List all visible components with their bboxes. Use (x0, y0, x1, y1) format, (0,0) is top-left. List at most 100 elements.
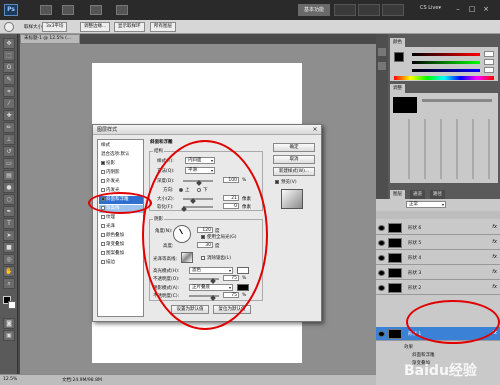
arrange-documents-icon[interactable] (116, 5, 128, 15)
tab-layers[interactable]: 图层 (390, 190, 405, 199)
fx-icon[interactable]: fx (492, 284, 497, 290)
type-tool-icon[interactable]: T (3, 218, 15, 229)
eye-icon[interactable] (378, 255, 385, 261)
effects-label[interactable]: 效果 (404, 344, 413, 350)
style-checkbox[interactable] (101, 241, 105, 246)
workspace-more-button[interactable] (382, 4, 404, 16)
color-ramp[interactable] (394, 76, 494, 80)
style-checkbox[interactable] (101, 169, 105, 174)
shape-tool-icon[interactable]: ■ (3, 242, 15, 253)
eye-icon[interactable] (378, 331, 385, 337)
background-color-swatch[interactable] (8, 301, 16, 309)
color-foreground-swatch[interactable] (394, 52, 404, 62)
tab-color[interactable]: 颜色 (390, 38, 405, 47)
cancel-button[interactable]: 取消 (273, 155, 315, 164)
healing-brush-icon[interactable]: ✚ (3, 110, 15, 121)
cs-live-button[interactable]: CS Live▾ (420, 5, 441, 11)
layer-row[interactable]: 形状 5 fx (376, 236, 500, 250)
brush-tool-icon[interactable]: ✏ (3, 122, 15, 133)
bridge-icon[interactable] (40, 5, 52, 15)
gradient-tool-icon[interactable]: ▤ (3, 170, 15, 181)
style-checkbox[interactable] (101, 250, 105, 255)
hand-tool-icon[interactable]: ✋ (3, 266, 15, 277)
quick-mask-icon[interactable]: ◙ (3, 318, 15, 329)
eraser-tool-icon[interactable]: ▭ (3, 158, 15, 169)
zoom-level-icon[interactable] (90, 5, 102, 15)
eye-icon[interactable] (378, 240, 385, 246)
quick-select-tool-icon[interactable]: ✎ (3, 74, 15, 85)
green-value[interactable] (484, 59, 494, 65)
eye-icon[interactable] (378, 270, 385, 276)
blend-mode-select[interactable]: 正常 (406, 201, 446, 208)
blue-value[interactable] (484, 67, 494, 73)
style-checkbox[interactable] (101, 187, 105, 192)
style-list-item[interactable]: 光泽 (99, 223, 143, 231)
red-value[interactable] (484, 51, 494, 57)
new-style-button[interactable]: 新建样式(W)... (273, 167, 315, 176)
refine-edge-button[interactable]: 调整边缘... (80, 22, 111, 32)
mini-bridge-icon[interactable] (62, 5, 74, 15)
style-checkbox[interactable] (101, 160, 105, 165)
layer-row[interactable]: 形状 6 fx (376, 221, 500, 235)
sample-size-select[interactable]: 3x3平均 (42, 22, 68, 32)
style-list-item[interactable]: 混合选项:默认 (99, 151, 143, 159)
style-list-item[interactable]: 描边 (99, 259, 143, 267)
history-brush-icon[interactable]: ↺ (3, 146, 15, 157)
crop-tool-icon[interactable]: ⌗ (3, 86, 15, 97)
pen-tool-icon[interactable]: ✒ (3, 206, 15, 217)
style-checkbox[interactable] (101, 232, 105, 237)
ok-button[interactable]: 确定 (273, 143, 315, 152)
minimize-icon[interactable]: – (452, 4, 464, 14)
dodge-tool-icon[interactable]: ○ (3, 194, 15, 205)
show-sampling-ring-button[interactable]: 显示取样环 (114, 22, 145, 32)
style-list-item[interactable]: 渐变叠加 (99, 241, 143, 249)
tab-adjustments[interactable]: 调整 (390, 84, 405, 93)
fx-icon[interactable]: fx (492, 269, 497, 275)
move-tool-icon[interactable]: ✥ (3, 38, 15, 49)
clone-stamp-icon[interactable]: ⊥ (3, 134, 15, 145)
red-slider[interactable] (412, 53, 480, 56)
style-list-item[interactable]: 内阴影 (99, 169, 143, 177)
style-checkbox[interactable] (101, 178, 105, 183)
style-list-item[interactable]: 颜色叠加 (99, 232, 143, 240)
marquee-tool-icon[interactable]: ⬚ (3, 50, 15, 61)
tab-paths[interactable]: 路径 (430, 190, 445, 199)
preview-checkbox[interactable] (275, 180, 279, 184)
blur-tool-icon[interactable]: ● (3, 182, 15, 193)
3d-rotate-icon[interactable]: ◎ (3, 254, 15, 265)
eyedropper-icon[interactable]: ⁄ (3, 98, 15, 109)
effect-bevel[interactable]: 斜面和浮雕 (412, 352, 435, 358)
fx-icon[interactable]: fx (492, 224, 497, 230)
blue-slider[interactable] (412, 69, 480, 72)
fx-icon[interactable]: fx (492, 239, 497, 245)
screen-mode-icon[interactable]: ▣ (3, 330, 15, 341)
lasso-tool-icon[interactable]: ʘ (3, 62, 15, 73)
close-icon[interactable]: × (311, 126, 319, 134)
path-select-icon[interactable]: ➤ (3, 230, 15, 241)
dialog-title[interactable]: 图层样式 (93, 125, 321, 135)
essentials-workspace-button[interactable]: 基本功能 (298, 4, 330, 16)
style-checkbox[interactable] (101, 214, 105, 219)
zoom-level[interactable]: 12.5% (3, 377, 17, 382)
green-slider[interactable] (412, 61, 480, 64)
style-list-item[interactable]: 外发光 (99, 178, 143, 186)
workspace-design-button[interactable] (334, 4, 356, 16)
layer-row[interactable]: 形状 2 fx (376, 281, 500, 295)
tab-channels[interactable]: 通道 (410, 190, 425, 199)
zoom-tool-icon[interactable]: ⌕ (3, 278, 15, 289)
style-checkbox[interactable] (101, 223, 105, 228)
style-checkbox[interactable] (101, 259, 105, 264)
layer-row[interactable]: 形状 3 fx (376, 266, 500, 280)
style-list-item[interactable]: 纹理 (99, 214, 143, 222)
style-list-item[interactable]: 图案叠加 (99, 250, 143, 258)
layer-row[interactable]: 形状 4 fx (376, 251, 500, 265)
style-list-item[interactable]: 投影 (99, 160, 143, 168)
fx-icon[interactable]: fx (492, 254, 497, 260)
close-icon[interactable]: × (480, 4, 492, 14)
sample-all-layers-button[interactable]: 所有图层 (150, 22, 176, 32)
document-tab[interactable]: 未标题-1 @ 12.5% (... (20, 34, 80, 44)
workspace-painting-button[interactable] (358, 4, 380, 16)
adjustment-icons-grid[interactable] (394, 119, 494, 179)
history-panel-icon[interactable] (378, 48, 386, 56)
eyedropper-tool-icon[interactable] (4, 22, 14, 32)
